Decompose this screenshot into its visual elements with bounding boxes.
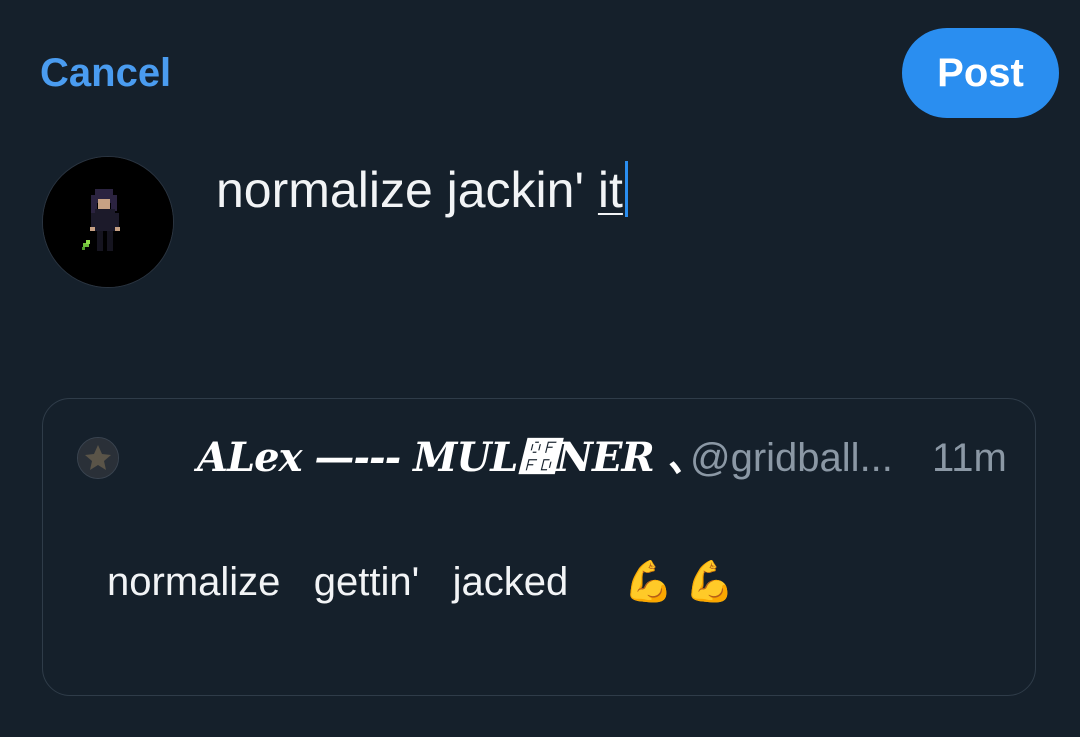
compose-input[interactable]: normalize jackin' it <box>216 158 628 222</box>
quoted-post-body: normalize gettin' jacked <box>107 560 624 604</box>
text-cursor <box>624 161 628 217</box>
quoted-post-card[interactable]: ALex —--- MUL࿽NER 、 @gridball... 11m nor… <box>42 398 1036 696</box>
quoted-post-text: normalize gettin' jacked 💪 💪 <box>107 557 735 607</box>
post-button-label: Post <box>937 50 1024 95</box>
quoted-author-handle: @gridball... <box>690 436 893 480</box>
post-button[interactable]: Post <box>902 28 1059 118</box>
cancel-button[interactable]: Cancel <box>40 50 171 96</box>
compose-text: normalize jackin' <box>216 162 598 218</box>
flexed-biceps-emoji: 💪 💪 <box>623 560 735 604</box>
quoted-author-name: ALex —--- MUL࿽NER 、 <box>197 434 707 481</box>
compose-screen: Cancel Post normalize jackin' it ALex —-… <box>0 0 1080 737</box>
user-avatar[interactable] <box>42 156 174 288</box>
compose-text-current-word: it <box>597 162 623 218</box>
quoted-post-time: 11m <box>932 436 1007 480</box>
pixel-character-icon <box>43 157 173 287</box>
quoted-author-avatar <box>77 437 119 479</box>
star-avatar-icon <box>78 438 118 478</box>
